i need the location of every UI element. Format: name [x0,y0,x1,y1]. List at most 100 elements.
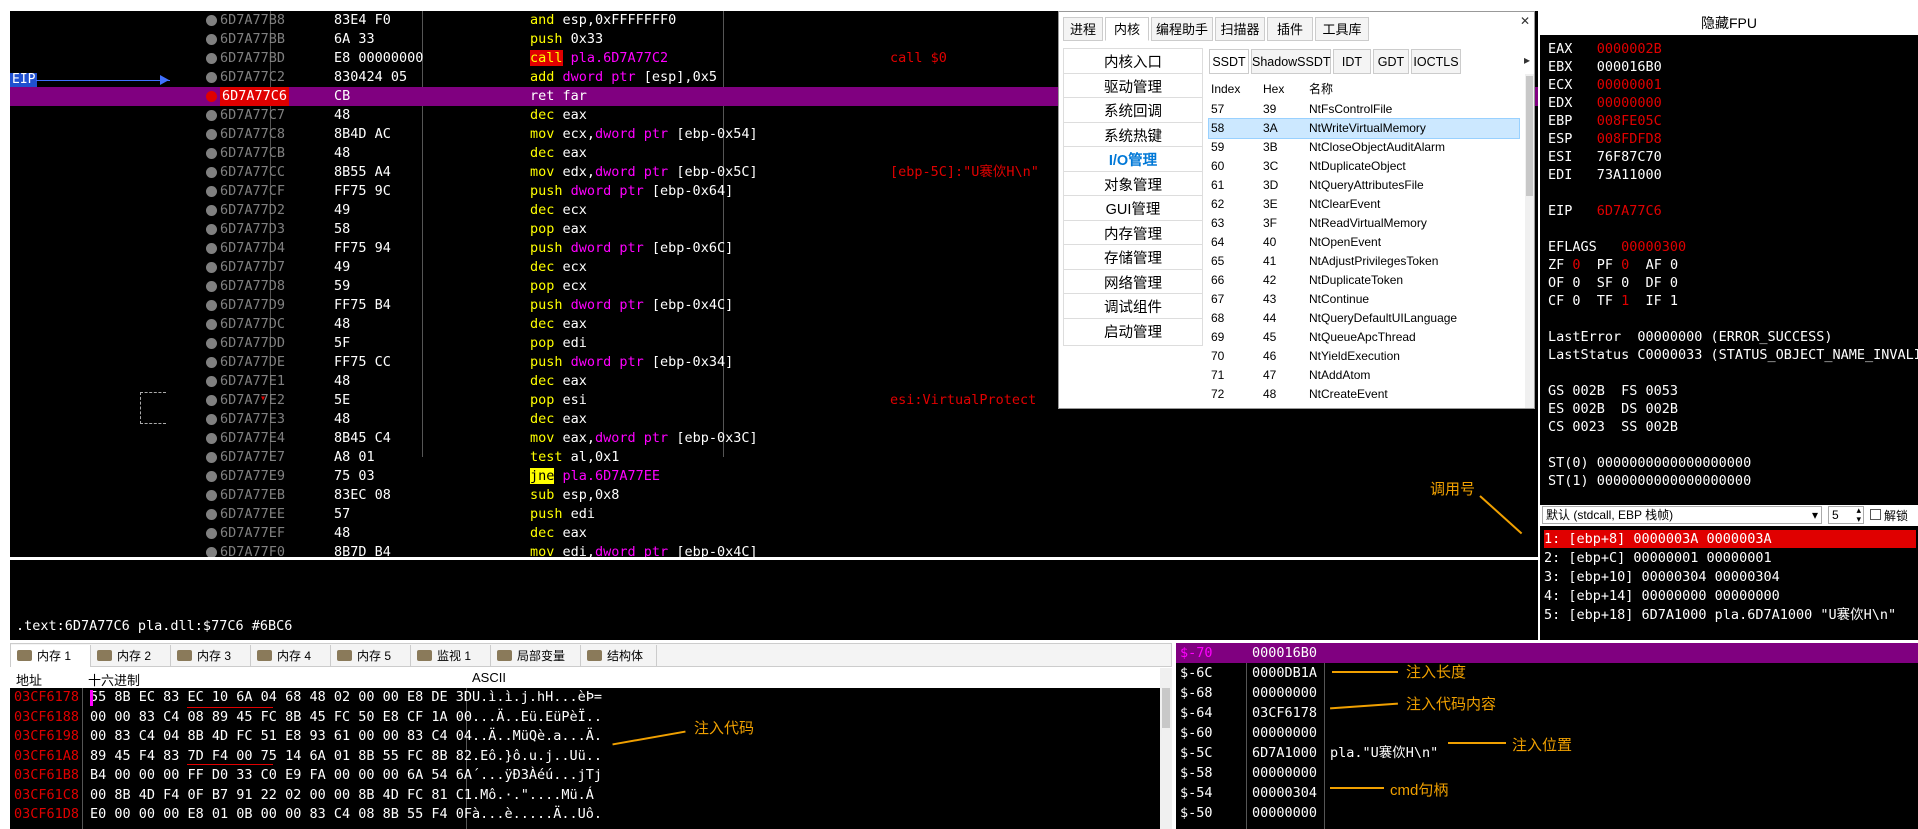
breakpoint-dot-icon[interactable] [206,452,217,463]
breakpoint-dot-icon[interactable] [206,414,217,425]
register-line[interactable]: GS 002B FS 0053 [1548,383,1678,399]
col-hex[interactable]: Hex [1263,79,1284,99]
breakpoint-dot-icon[interactable] [206,186,217,197]
ssdt-row[interactable]: 65 41 NtAdjustPrivilegesToken [1209,252,1519,271]
ssdt-row[interactable]: 59 3B NtCloseObjectAuditAlarm [1209,138,1519,157]
register-line[interactable]: ESI 76F87C70 [1548,149,1662,165]
hide-fpu-button[interactable]: 隐藏FPU [1540,11,1918,35]
subtab-gdt[interactable]: GDT [1373,49,1409,74]
register-line[interactable]: LastError 00000000 (ERROR_SUCCESS) [1548,329,1832,345]
breakpoint-dot-icon[interactable] [206,376,217,387]
memory-dump[interactable]: 03CF6178 55 8B EC 83 EC 10 6A 04 68 48 02… [10,688,1160,829]
breakpoint-dot-icon[interactable] [206,129,217,140]
memory-row[interactable]: 03CF61B8 B4 00 00 00 FF D0 33 C0 E9 FA 00… [14,766,602,785]
subtab-shadowssdt[interactable]: ShadowSSDT [1251,49,1331,74]
breakpoint-dot-icon[interactable] [206,528,217,539]
stack-row[interactable]: $-54 00000304 [1176,783,1918,803]
ssdt-row[interactable]: 67 43 NtContinue [1209,290,1519,309]
register-line[interactable]: EBP 008FE05C [1548,113,1662,129]
breakpoint-dot-icon[interactable] [206,281,217,292]
stack-arg-row[interactable]: 4: [ebp+14] 00000000 00000000 [1544,587,1916,605]
ssdt-row[interactable]: 68 44 NtQueryDefaultUILanguage [1209,309,1519,328]
disasm-row[interactable]: 6D7A77F0 8B7D B4 mov edi,dword ptr [ebp-0x… [10,543,1538,557]
breakpoint-dot-icon[interactable] [206,91,217,102]
ssdt-row[interactable]: 69 45 NtQueueApcThread [1209,328,1519,347]
breakpoint-dot-icon[interactable] [206,300,217,311]
breakpoint-dot-icon[interactable] [206,509,217,520]
mem-tab-1[interactable]: 内存 2 [91,645,171,667]
ssdt-row[interactable]: 66 42 NtDuplicateToken [1209,271,1519,290]
ssdt-row[interactable]: 58 3A NtWriteVirtualMemory [1208,118,1520,139]
disasm-row[interactable]: 6D7A77EE 57 push edi [10,505,1538,524]
ssdt-row[interactable]: 62 3E NtClearEvent [1209,195,1519,214]
breakpoint-dot-icon[interactable] [206,148,217,159]
breakpoint-dot-icon[interactable] [206,224,217,235]
register-line[interactable]: ES 002B DS 002B [1548,401,1678,417]
stack-arg-row[interactable]: 5: [ebp+18] 6D7A1000 pla.6D7A1000 "U褰佽H\… [1544,606,1916,624]
ssdt-row[interactable]: 57 39 NtFsControlFile [1209,100,1519,119]
callconv-select[interactable]: 默认 (stdcall, EBP 栈帧) ▾ [1542,506,1822,524]
breakpoint-dot-icon[interactable] [206,319,217,330]
ssdt-row[interactable]: 71 47 NtAddAtom [1209,366,1519,385]
stack-args-list[interactable]: 1: [ebp+8] 0000003A 0000003A 2: [ebp+C] 0… [1540,526,1918,640]
register-line[interactable]: OF 0 SF 0 DF 0 [1548,275,1678,291]
col-name[interactable]: 名称 [1309,79,1333,99]
disasm-row[interactable]: 6D7A77EB 83EC 08 sub esp,0x8 [10,486,1538,505]
ssdt-row[interactable]: 64 40 NtOpenEvent [1209,233,1519,252]
mem-tab-5[interactable]: 监视 1 [411,645,491,667]
unlock-checkbox[interactable] [1870,509,1881,520]
stack-row[interactable]: $-58 00000000 [1176,763,1918,783]
register-line[interactable]: CF 0 TF 1 IF 1 [1548,293,1678,309]
register-line[interactable]: ZF 0 PF 0 AF 0 [1548,257,1678,273]
breakpoint-dot-icon[interactable] [206,490,217,501]
col-index[interactable]: Index [1211,79,1240,99]
breakpoint-dot-icon[interactable] [206,338,217,349]
mem-tab-3[interactable]: 内存 4 [251,645,331,667]
stack-arg-row[interactable]: 2: [ebp+C] 00000001 00000001 [1544,549,1916,567]
ssdt-row[interactable]: 70 46 NtYieldExecution [1209,347,1519,366]
register-line[interactable]: LastStatus C0000033 (STATUS_OBJECT_NAME_… [1548,347,1918,363]
ssdt-row[interactable]: 72 48 NtCreateEvent [1209,385,1519,404]
memory-row[interactable]: 03CF6188 00 00 83 C4 08 89 45 FC 8B 45 FC… [14,708,602,727]
breakpoint-dot-icon[interactable] [206,110,217,121]
register-line[interactable]: EDI 73A11000 [1548,167,1662,183]
disasm-row[interactable]: 6D7A77E7 A8 01 test al,0x1 [10,448,1538,467]
stack-row[interactable]: $-64 03CF6178 [1176,703,1918,723]
tab-1[interactable]: 内核 [1105,17,1149,41]
breakpoint-dot-icon[interactable] [206,547,217,557]
mem-tab-7[interactable]: 结构体 [581,645,657,667]
breakpoint-dot-icon[interactable] [206,205,217,216]
memory-row[interactable]: 03CF6178 55 8B EC 83 EC 10 6A 04 68 48 02… [14,688,602,707]
ssdt-row[interactable]: 63 3F NtReadVirtualMemory [1209,214,1519,233]
subtab-idt[interactable]: IDT [1333,49,1371,74]
memory-scrollbar[interactable] [1160,668,1172,829]
breakpoint-dot-icon[interactable] [206,243,217,254]
disasm-row[interactable]: 6D7A77E4 8B45 C4 mov eax,dword ptr [ebp-0x… [10,429,1538,448]
register-line[interactable]: EBX 000016B0 [1548,59,1662,75]
tab-2[interactable]: 编程助手 [1151,17,1213,41]
arg-count-stepper[interactable]: 5 ▴ ▾ [1828,506,1864,524]
stack-row[interactable]: $-6C 0000DB1A [1176,663,1918,683]
mem-tab-0[interactable]: 内存 1 [11,645,91,667]
stack-row[interactable]: $-70 000016B0 [1176,643,1918,663]
tab-3[interactable]: 扫描器 [1215,17,1265,41]
stack-row[interactable]: $-50 00000000 [1176,803,1918,823]
stack-arg-row[interactable]: 3: [ebp+10] 00000304 00000304 [1544,568,1916,586]
subtab-ioctls[interactable]: IOCTLS [1411,49,1461,74]
memory-row[interactable]: 03CF61A8 89 45 F4 83 7D F4 00 75 14 6A 01… [14,747,602,766]
memory-row[interactable]: 03CF61C8 00 8B 4D F4 0F B7 91 22 02 00 00… [14,786,594,805]
stack-arg-row[interactable]: 1: [ebp+8] 0000003A 0000003A [1544,530,1916,548]
breakpoint-dot-icon[interactable] [206,395,217,406]
register-line[interactable]: EFLAGS 00000300 [1548,239,1686,255]
memory-row[interactable]: 03CF6198 00 83 C4 04 8B 4D FC 51 E8 93 61… [14,727,602,746]
close-icon[interactable]: ✕ [1520,14,1530,28]
tab-5[interactable]: 工具库 [1315,17,1369,41]
tab-0[interactable]: 进程 [1063,17,1103,41]
mem-tab-2[interactable]: 内存 3 [171,645,251,667]
breakpoint-dot-icon[interactable] [206,433,217,444]
ssdt-row[interactable]: 60 3C NtDuplicateObject [1209,157,1519,176]
tab-4[interactable]: 插件 [1267,17,1313,41]
register-line[interactable]: EDX 00000000 [1548,95,1662,111]
register-line[interactable]: ESP 008FDFD8 [1548,131,1662,147]
register-line[interactable]: ST(0) 0000000000000000000 [1548,455,1751,471]
